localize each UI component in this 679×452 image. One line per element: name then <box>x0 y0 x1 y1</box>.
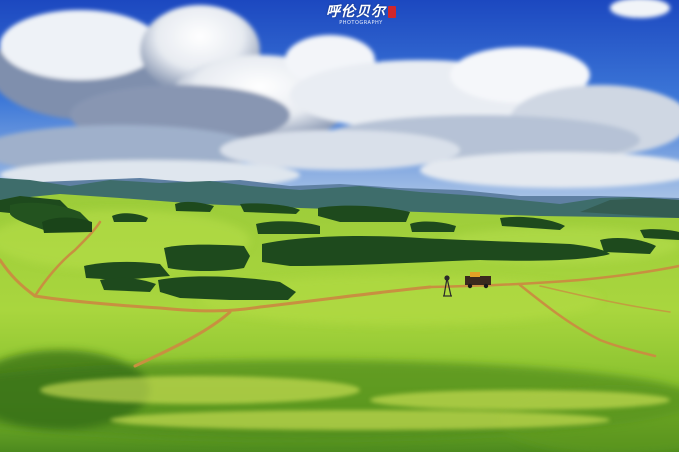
landscape-svg <box>0 0 679 452</box>
watermark-seal <box>388 6 396 18</box>
watermark-title: 呼伦贝尔 <box>326 4 386 20</box>
watermark-subtitle: PHOTOGRAPHY <box>339 20 383 26</box>
watermark-logo: 呼伦贝尔 PHOTOGRAPHY <box>318 4 404 36</box>
landscape-photo: 呼伦贝尔 PHOTOGRAPHY <box>0 0 679 452</box>
